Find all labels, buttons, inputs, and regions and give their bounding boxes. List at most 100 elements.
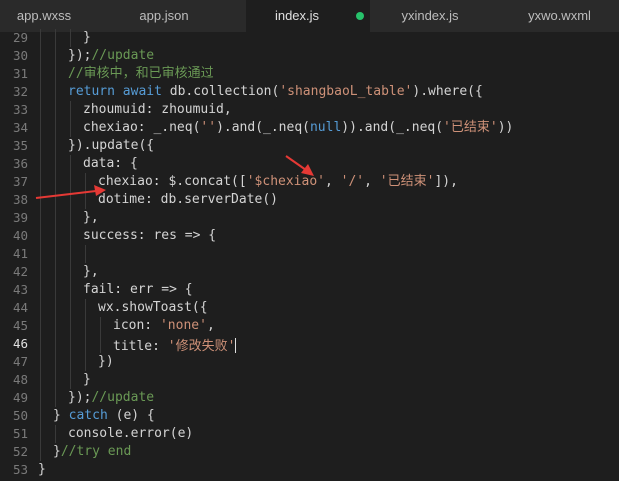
code-line[interactable]: 30});//update — [0, 47, 619, 65]
indent-guide — [40, 29, 41, 47]
code-text: return await db.collection('shangbaoL_ta… — [68, 83, 483, 101]
indent-guide — [85, 299, 86, 317]
indent-guide — [55, 425, 56, 443]
code-token: data: { — [83, 156, 138, 171]
code-line[interactable]: 34 chexiao: _.neq('').and(_.neq(null)).an… — [0, 119, 619, 137]
code-line[interactable]: 52}//try end — [0, 443, 619, 461]
tab-app-json[interactable]: app.json — [120, 0, 208, 32]
indent-guide — [55, 209, 56, 227]
tab-app-wxss[interactable]: app.wxss — [0, 0, 88, 32]
code-line[interactable]: 33 zhoumuid: zhoumuid, — [0, 101, 619, 119]
red-arrow-annotation-top — [285, 155, 314, 176]
line-number: 40 — [12, 228, 28, 243]
code-line[interactable]: 49});//update — [0, 389, 619, 407]
line-number: 47 — [12, 354, 28, 369]
tab-index-js[interactable]: index.js — [246, 0, 370, 32]
code-line[interactable]: 46 title: '修改失败' — [0, 335, 619, 354]
indent-guide — [55, 65, 56, 83]
indent-guide — [55, 137, 56, 155]
indent-guide — [70, 263, 71, 281]
line-number: 36 — [12, 156, 28, 171]
indent-guide — [40, 47, 41, 65]
indent-guide — [85, 245, 86, 263]
code-text: } — [83, 29, 91, 47]
code-token: fail: err => { — [83, 282, 193, 297]
code-line[interactable]: 48} — [0, 371, 619, 389]
code-line[interactable]: 47}) — [0, 353, 619, 371]
indent-guide — [40, 407, 41, 425]
indent-guide — [40, 155, 41, 173]
code-line[interactable]: 51 console.error(e) — [0, 425, 619, 443]
code-line[interactable]: 53} — [0, 461, 619, 479]
code-line[interactable]: 39}, — [0, 209, 619, 227]
indent-guide — [55, 371, 56, 389]
indent-guide — [55, 83, 56, 101]
line-number: 30 — [12, 48, 28, 63]
line-number: 41 — [12, 246, 28, 261]
indent-guide — [100, 317, 101, 335]
line-number: 51 — [12, 426, 28, 441]
code-token: (e) { — [107, 408, 155, 423]
indent-guide — [55, 299, 56, 317]
code-text: }, — [83, 209, 99, 227]
code-token: chexiao: _.neq( — [83, 120, 201, 135]
code-line[interactable]: 31 //审核中，和已审核通过 — [0, 65, 619, 83]
code-token: zhoumuid: zhoumuid, — [83, 102, 232, 117]
code-line[interactable]: 42}, — [0, 263, 619, 281]
code-token: icon: — [113, 318, 160, 333]
code-token: //try end — [60, 444, 132, 459]
code-text: fail: err => { — [83, 281, 193, 299]
line-number: 38 — [12, 192, 28, 207]
code-token: db.collection( — [169, 84, 280, 99]
code-text: }//try end — [53, 443, 131, 461]
code-token: //update — [91, 48, 155, 63]
code-editor[interactable]: 29} 30});//update 31//审核中，和已审核通过 32 return a… — [0, 29, 619, 481]
line-number: 39 — [12, 210, 28, 225]
code-token: } — [83, 30, 91, 45]
code-text: zhoumuid: zhoumuid, — [83, 101, 232, 119]
code-line[interactable]: 45 icon: 'none', — [0, 317, 619, 335]
code-text: } — [83, 371, 91, 389]
indent-guide — [40, 389, 41, 407]
text-cursor — [235, 338, 237, 353]
tab-label: yxwo.wxml — [528, 8, 591, 23]
code-token: success: res => { — [83, 228, 217, 243]
indent-guide — [55, 119, 56, 137]
indent-guide — [40, 101, 41, 119]
indent-guide — [55, 29, 56, 47]
indent-guide — [55, 101, 56, 119]
code-line[interactable]: 29} — [0, 29, 619, 47]
code-token: }, — [83, 264, 99, 279]
indent-guide — [55, 335, 56, 353]
code-text: });//update — [68, 389, 154, 407]
code-token: ).where({ — [412, 84, 483, 99]
tab-label: yxindex.js — [401, 8, 459, 23]
code-token: }, — [83, 210, 99, 225]
line-number: 42 — [12, 264, 28, 279]
code-line[interactable]: 40 success: res => { — [0, 227, 619, 245]
code-token: } — [53, 408, 69, 423]
indent-guide — [40, 227, 41, 245]
indent-guide — [40, 281, 41, 299]
line-number: 53 — [12, 462, 28, 477]
code-token: }).update({ — [68, 138, 155, 153]
indent-guide — [40, 317, 41, 335]
indent-guide — [70, 281, 71, 299]
indent-guide — [85, 335, 86, 353]
code-line[interactable]: 32 return await db.collection('shangbaoL_… — [0, 83, 619, 101]
tab-yxindex-js[interactable]: yxindex.js — [375, 0, 485, 32]
indent-guide — [70, 227, 71, 245]
code-line[interactable]: 44 wx.showToast({ — [0, 299, 619, 317]
line-number: 45 — [12, 318, 28, 333]
code-line[interactable]: 43 fail: err => { — [0, 281, 619, 299]
code-token: } — [83, 372, 91, 387]
indent-guide — [40, 371, 41, 389]
tab-yxwo-wxml[interactable]: yxwo.wxml — [500, 0, 619, 32]
line-number: 33 — [12, 102, 28, 117]
code-token: ]), — [434, 174, 458, 189]
code-line[interactable]: 50} catch (e) { — [0, 407, 619, 425]
code-token: } — [53, 444, 61, 459]
indent-guide — [70, 155, 71, 173]
code-token: , — [325, 174, 341, 189]
code-line[interactable]: 41 — [0, 245, 619, 263]
